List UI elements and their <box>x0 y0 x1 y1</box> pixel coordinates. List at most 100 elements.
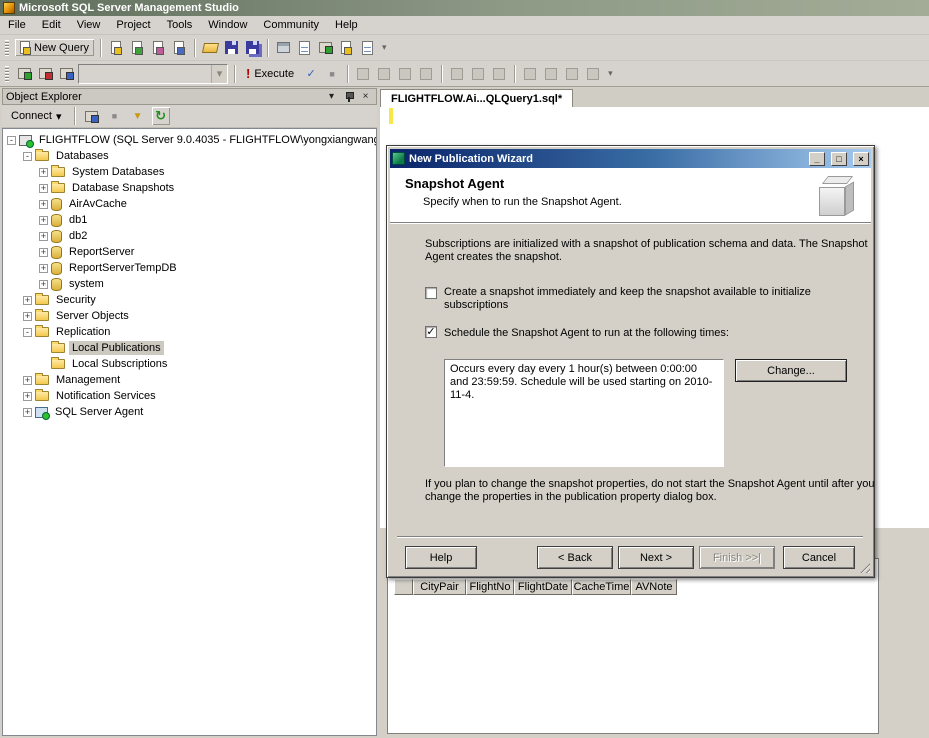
properties-window-icon[interactable] <box>358 39 376 57</box>
close-icon[interactable]: × <box>358 90 373 103</box>
window-titlebar[interactable]: Microsoft SQL Server Management Studio <box>0 0 929 16</box>
expander-icon[interactable]: + <box>39 200 48 209</box>
results-to-text-icon[interactable] <box>448 65 466 83</box>
expander-icon[interactable]: + <box>39 248 48 257</box>
menu-tools[interactable]: Tools <box>159 17 201 33</box>
expander-icon[interactable]: + <box>39 232 48 241</box>
expander-icon[interactable]: - <box>23 152 32 161</box>
resize-grip[interactable] <box>858 561 870 573</box>
window-position-icon[interactable]: ▾ <box>324 90 339 103</box>
disconnect-icon[interactable] <box>83 107 101 125</box>
tree-item-reportservertempdb[interactable]: + ReportServerTempDB <box>3 260 376 276</box>
refresh-icon[interactable]: ↻ <box>152 107 170 125</box>
tree-item-reportserver[interactable]: + ReportServer <box>3 244 376 260</box>
expander-icon[interactable]: + <box>39 280 48 289</box>
grid-col-flightno[interactable]: FlightNo <box>466 579 514 595</box>
tree-item-replication[interactable]: - Replication <box>3 324 376 340</box>
change-button[interactable]: Change... <box>735 359 847 382</box>
finish-button[interactable]: Finish >>| <box>699 546 775 569</box>
expander-icon[interactable]: + <box>39 216 48 225</box>
minimize-icon[interactable]: _ <box>809 152 825 166</box>
include-actual-plan-icon[interactable] <box>417 65 435 83</box>
tree-item-local-publications[interactable]: Local Publications <box>3 340 376 356</box>
menu-help[interactable]: Help <box>327 17 366 33</box>
grid-col-avnote[interactable]: AVNote <box>631 579 677 595</box>
back-button[interactable]: < Back <box>537 546 613 569</box>
save-icon[interactable] <box>222 39 240 57</box>
increase-indent-icon[interactable] <box>584 65 602 83</box>
disconnect-icon[interactable] <box>36 65 54 83</box>
close-icon[interactable]: × <box>853 152 869 166</box>
registered-servers-icon[interactable] <box>274 39 292 57</box>
schedule-description-textbox[interactable]: Occurs every day every 1 hour(s) between… <box>444 359 724 467</box>
create-snapshot-immediately-label[interactable]: Create a snapshot immediately and keep t… <box>444 286 876 312</box>
tree-item-server-objects[interactable]: + Server Objects <box>3 308 376 324</box>
tree-item-flightflow-server[interactable]: - FLIGHTFLOW (SQL Server 9.0.4035 - FLIG… <box>3 132 376 148</box>
help-button[interactable]: Help <box>405 546 477 569</box>
menu-window[interactable]: Window <box>200 17 255 33</box>
grid-col-citypair[interactable]: CityPair <box>413 579 466 595</box>
tree-item-airavcache[interactable]: + AirAvCache <box>3 196 376 212</box>
cancel-query-icon[interactable]: ■ <box>323 65 341 83</box>
results-to-grid-icon[interactable] <box>469 65 487 83</box>
expander-icon[interactable]: + <box>39 168 48 177</box>
mdx-query-icon[interactable] <box>128 39 146 57</box>
database-combobox[interactable]: ▾ <box>78 64 228 84</box>
expander-icon[interactable]: + <box>23 392 32 401</box>
editor-tab[interactable]: FLIGHTFLOW.Ai...QLQuery1.sql* <box>380 89 573 107</box>
expander-icon[interactable]: + <box>23 376 32 385</box>
connect-button[interactable]: Connect ▾ <box>7 108 66 125</box>
toolbar-grip[interactable] <box>5 40 9 56</box>
schedule-snapshot-agent-checkbox[interactable]: ✓ <box>425 326 437 338</box>
grid-col-cachetime[interactable]: CacheTime <box>572 579 631 595</box>
tree-item-databases[interactable]: - Databases <box>3 148 376 164</box>
tree-item-local-subscriptions[interactable]: Local Subscriptions <box>3 356 376 372</box>
tree-item-sql-server-agent[interactable]: + SQL Server Agent <box>3 404 376 420</box>
expander-icon[interactable]: + <box>23 408 32 417</box>
menu-community[interactable]: Community <box>255 17 327 33</box>
dialog-titlebar[interactable]: New Publication Wizard _ □ × <box>390 149 871 168</box>
connect-icon[interactable] <box>15 65 33 83</box>
object-explorer-icon[interactable] <box>316 39 334 57</box>
display-estimated-plan-icon[interactable] <box>354 65 372 83</box>
new-query-button[interactable]: New Query <box>15 39 94 56</box>
grid-corner-cell[interactable] <box>394 579 413 595</box>
menu-file[interactable]: File <box>0 17 34 33</box>
expander-icon[interactable]: + <box>23 296 32 305</box>
summary-icon[interactable] <box>295 39 313 57</box>
toolbar-overflow-icon[interactable]: ▾ <box>379 42 390 53</box>
menu-view[interactable]: View <box>69 17 109 33</box>
toolbar-grip[interactable] <box>5 66 9 82</box>
dmx-query-icon[interactable] <box>149 39 167 57</box>
schedule-snapshot-agent-label[interactable]: Schedule the Snapshot Agent to run at th… <box>444 327 864 340</box>
expander-icon[interactable]: + <box>39 264 48 273</box>
template-explorer-icon[interactable] <box>337 39 355 57</box>
uncomment-lines-icon[interactable] <box>542 65 560 83</box>
expander-icon[interactable]: - <box>7 136 16 145</box>
xmla-query-icon[interactable] <box>170 39 188 57</box>
maximize-icon[interactable]: □ <box>831 152 847 166</box>
tree-item-database-snapshots[interactable]: + Database Snapshots <box>3 180 376 196</box>
pin-icon[interactable] <box>341 90 356 103</box>
query-options-icon[interactable] <box>396 65 414 83</box>
create-snapshot-immediately-checkbox[interactable] <box>425 287 437 299</box>
change-connection-icon[interactable] <box>57 65 75 83</box>
expander-icon[interactable]: + <box>23 312 32 321</box>
tree-item-security[interactable]: + Security <box>3 292 376 308</box>
parse-query-icon[interactable]: ✓ <box>302 65 320 83</box>
menu-project[interactable]: Project <box>108 17 158 33</box>
tree-item-management[interactable]: + Management <box>3 372 376 388</box>
comment-lines-icon[interactable] <box>521 65 539 83</box>
tree-item-notification-services[interactable]: + Notification Services <box>3 388 376 404</box>
tree-item-db2[interactable]: + db2 <box>3 228 376 244</box>
save-all-icon[interactable] <box>243 39 261 57</box>
tree-item-db1[interactable]: + db1 <box>3 212 376 228</box>
execute-button[interactable]: ! Execute <box>241 64 299 83</box>
tree-item-system[interactable]: + system <box>3 276 376 292</box>
menu-edit[interactable]: Edit <box>34 17 69 33</box>
database-engine-query-icon[interactable] <box>107 39 125 57</box>
toolbar-overflow-icon[interactable]: ▾ <box>605 68 616 79</box>
cancel-button[interactable]: Cancel <box>783 546 855 569</box>
filter-icon[interactable]: ▼ <box>129 107 147 125</box>
expander-icon[interactable]: - <box>23 328 32 337</box>
